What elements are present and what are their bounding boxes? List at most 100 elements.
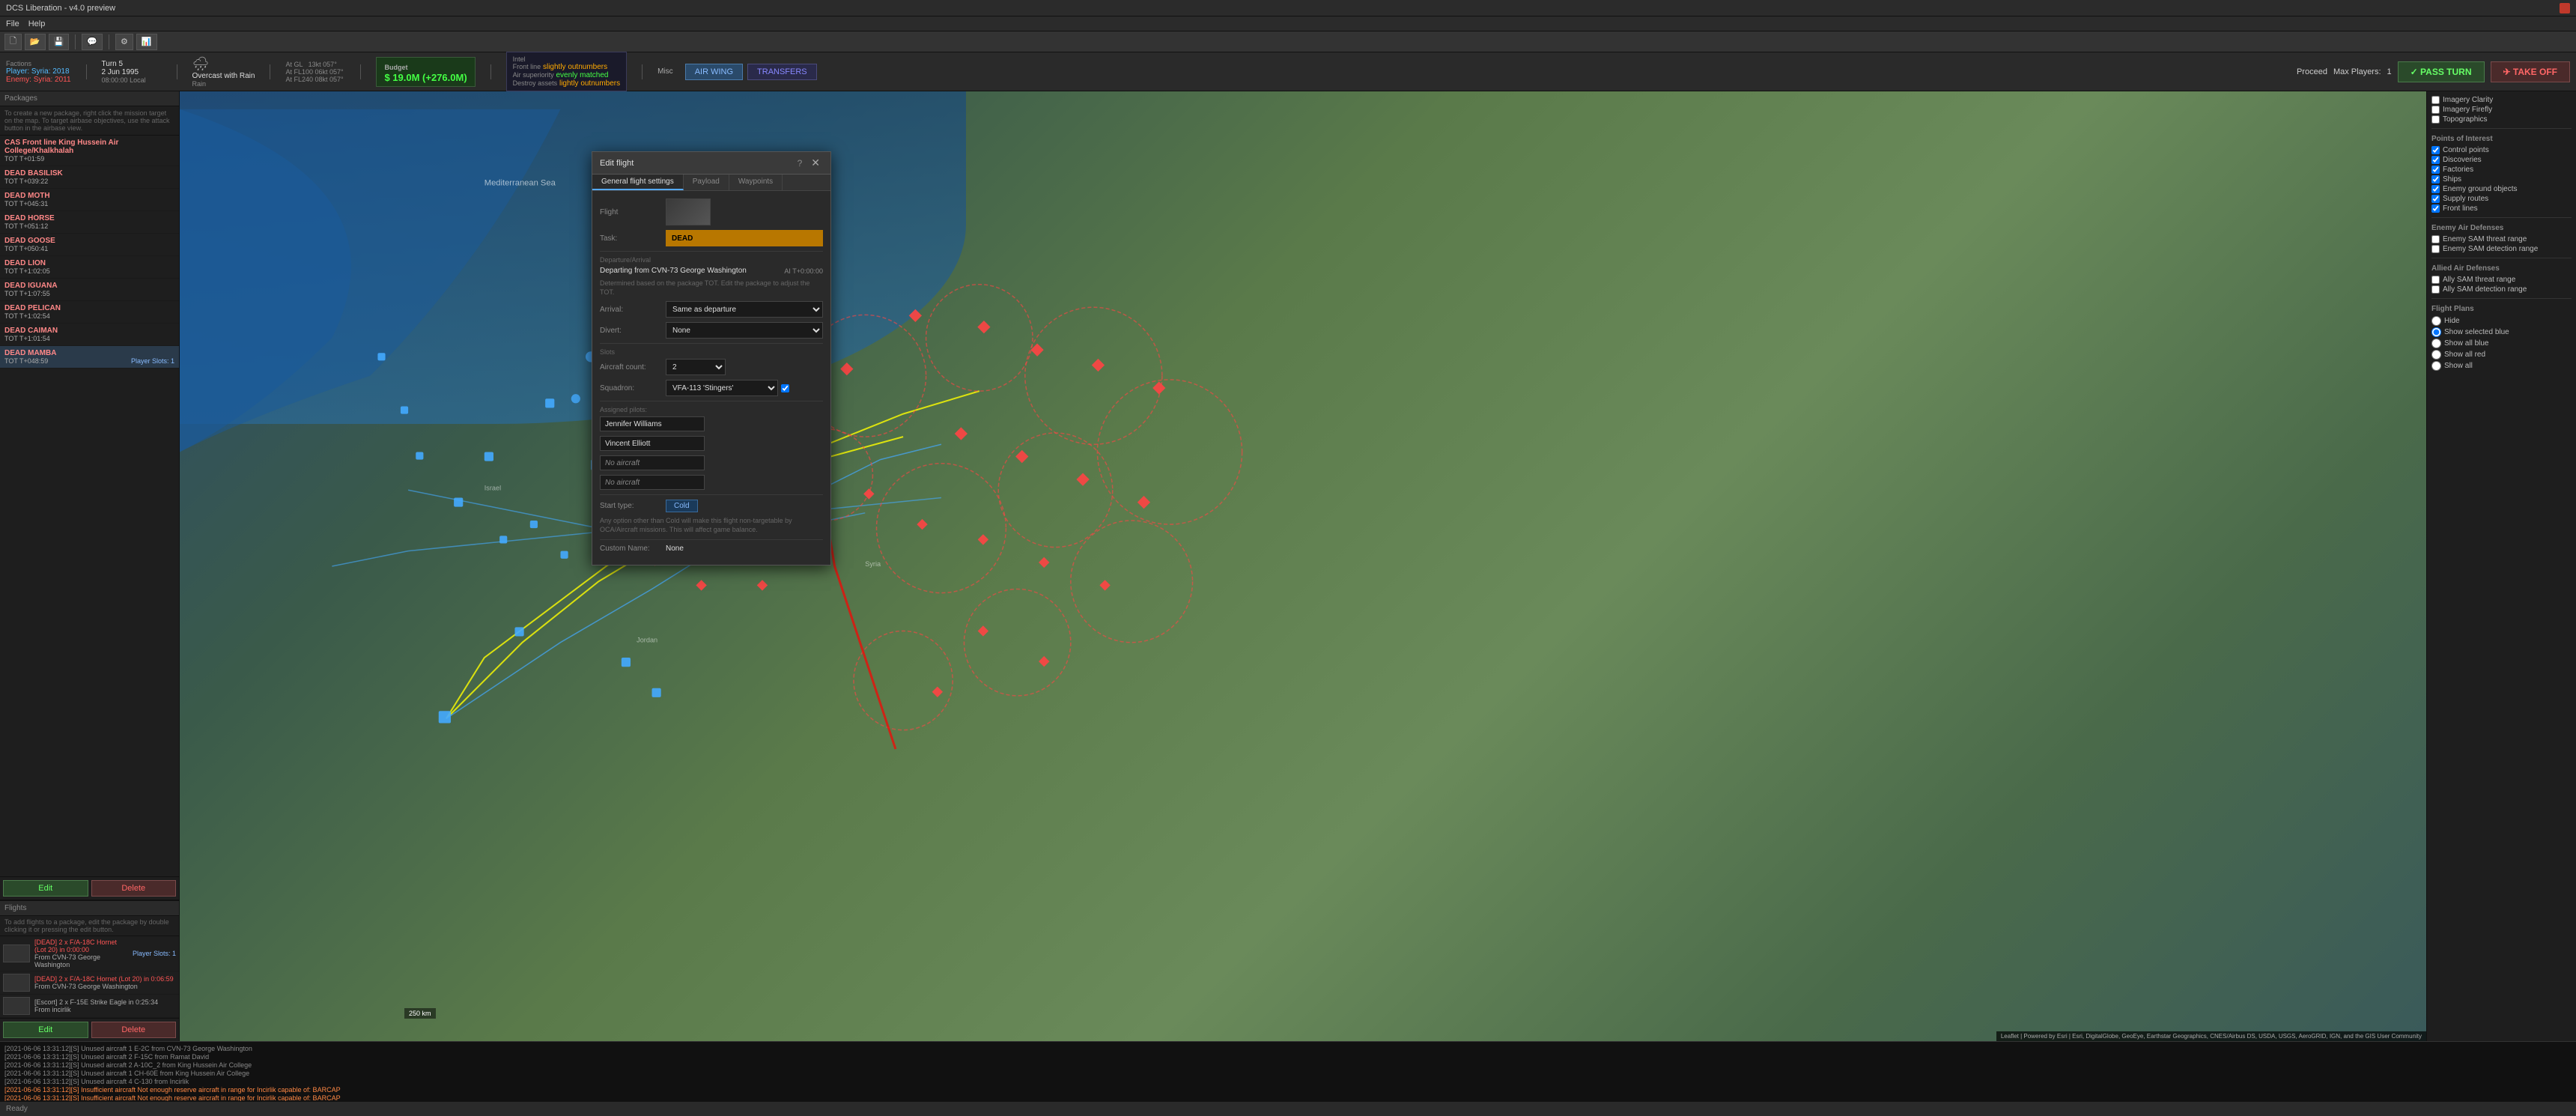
- airwing-button[interactable]: AIR WING: [685, 64, 743, 80]
- discoveries-checkbox[interactable]: [2431, 156, 2440, 164]
- weather-icon: 🌧: [192, 56, 255, 72]
- hide-radio[interactable]: [2431, 316, 2441, 326]
- show-all-blue-radio[interactable]: [2431, 339, 2441, 348]
- weather-section: 🌧 Overcast with Rain Rain: [192, 56, 255, 88]
- pass-turn-button[interactable]: ✓ PASS TURN: [2398, 61, 2485, 82]
- app-title: DCS Liberation - v4.0 preview: [6, 4, 115, 13]
- map-area[interactable]: Mediterranean Sea Lebanon Syria Jordan I…: [180, 91, 2426, 1041]
- enemy-sam-threat-checkbox[interactable]: [2431, 235, 2440, 243]
- aircraft-count-label: Aircraft count:: [600, 363, 660, 372]
- squadron-select[interactable]: VFA-113 'Stingers': [666, 380, 778, 396]
- arrival-row: Arrival: Same as departure: [600, 301, 823, 318]
- flights-edit-button[interactable]: Edit: [3, 1022, 88, 1038]
- flight-label: [DEAD] 2 x F/A-18C Hornet (Lot 20) in 0:…: [34, 975, 176, 983]
- ally-sam-threat-checkbox[interactable]: [2431, 276, 2440, 284]
- transfers-button[interactable]: TRANSFERS: [747, 64, 817, 80]
- player-label: Player: [6, 67, 27, 76]
- hide-row: Hide: [2431, 316, 2572, 326]
- menu-bar: File Help: [0, 16, 2576, 31]
- ships-checkbox[interactable]: [2431, 175, 2440, 184]
- ally-sam-detection-row: Ally SAM detection range: [2431, 285, 2572, 294]
- modal-tab-waypoints[interactable]: Waypoints: [729, 175, 783, 190]
- imagery-clarity-row: Imagery Clarity: [2431, 96, 2572, 104]
- flights-section: Flights To add flights to a package, edi…: [0, 900, 179, 1041]
- settings-button[interactable]: ⚙: [115, 34, 133, 50]
- date-value: 2 Jun 1995: [102, 68, 162, 76]
- package-item[interactable]: DEAD GOOSE TOT T+050:41: [0, 234, 179, 256]
- flight-item[interactable]: [DEAD] 2 x F/A-18C Hornet (Lot 20) in 0:…: [0, 936, 179, 971]
- modal-title: Edit flight: [600, 159, 634, 168]
- divert-select[interactable]: None: [666, 322, 823, 339]
- squadron-label: Squadron:: [600, 384, 660, 392]
- save-button[interactable]: 💾: [49, 34, 70, 50]
- factories-checkbox[interactable]: [2431, 166, 2440, 174]
- show-selected-blue-radio[interactable]: [2431, 327, 2441, 337]
- supply-routes-checkbox[interactable]: [2431, 195, 2440, 203]
- package-item[interactable]: DEAD MAMBA TOT T+048:59 Player Slots: 1: [0, 346, 179, 369]
- enemy-sam-detection-checkbox[interactable]: [2431, 245, 2440, 253]
- control-points-checkbox[interactable]: [2431, 146, 2440, 154]
- package-item[interactable]: DEAD IGUANA TOT T+1:07:55: [0, 279, 179, 301]
- task-row: Task: DEAD: [600, 230, 823, 246]
- cold-button[interactable]: Cold: [666, 500, 698, 512]
- imagery-clarity-checkbox[interactable]: [2431, 96, 2440, 104]
- arrival-select[interactable]: Same as departure: [666, 301, 823, 318]
- departure-title: Departure/Arrival: [600, 256, 823, 264]
- intel-label: Intel: [513, 55, 620, 63]
- show-all-radio[interactable]: [2431, 361, 2441, 371]
- front-lines-label: Front lines: [2443, 204, 2478, 213]
- pilot2-name[interactable]: Vincent Elliott: [600, 436, 705, 451]
- modal-tab-payload[interactable]: Payload: [684, 175, 729, 190]
- open-button[interactable]: 📂: [25, 34, 46, 50]
- imagery-firefly-checkbox[interactable]: [2431, 106, 2440, 114]
- package-item[interactable]: DEAD BASILISK TOT T+039:22: [0, 166, 179, 189]
- flights-delete-button[interactable]: Delete: [91, 1022, 177, 1038]
- show-selected-blue-label: Show selected blue: [2444, 328, 2509, 336]
- ground-objects-checkbox[interactable]: [2431, 185, 2440, 193]
- modal-tab-general[interactable]: General flight settings: [592, 175, 684, 190]
- svg-text:Jordan: Jordan: [637, 637, 657, 644]
- package-item[interactable]: DEAD HORSE TOT T+051:12: [0, 211, 179, 234]
- package-item[interactable]: DEAD CAIMAN TOT T+1:01:54: [0, 324, 179, 346]
- take-off-button[interactable]: ✈ TAKE OFF: [2491, 61, 2571, 82]
- topographics-checkbox[interactable]: [2431, 115, 2440, 124]
- time-value: 08:00:00 Local: [102, 76, 162, 84]
- modal-close-button[interactable]: ✕: [808, 157, 823, 169]
- packages-delete-button[interactable]: Delete: [91, 880, 177, 897]
- imagery-firefly-label: Imagery Firefly: [2443, 106, 2492, 114]
- package-item[interactable]: DEAD MOTH TOT T+045:31: [0, 189, 179, 211]
- divert-row: Divert: None: [600, 322, 823, 339]
- show-all-blue-row: Show all blue: [2431, 339, 2572, 348]
- chart-button[interactable]: 📊: [136, 34, 157, 50]
- package-tot: TOT T+048:59: [4, 357, 48, 365]
- packages-edit-button[interactable]: Edit: [3, 880, 88, 897]
- show-all-red-radio[interactable]: [2431, 350, 2441, 360]
- flights-header: Flights: [0, 901, 179, 916]
- flight-sub: From incirlik: [34, 1006, 176, 1013]
- ground-objects-row: Enemy ground objects: [2431, 185, 2572, 193]
- task-label: Task:: [600, 234, 660, 243]
- discord-button[interactable]: 💬: [82, 34, 103, 50]
- front-lines-checkbox[interactable]: [2431, 204, 2440, 213]
- package-item[interactable]: CAS Front line King Hussein Air College/…: [0, 136, 179, 166]
- flight-item[interactable]: [DEAD] 2 x F/A-18C Hornet (Lot 20) in 0:…: [0, 971, 179, 995]
- squadron-checkbox[interactable]: [781, 384, 789, 392]
- imagery-clarity-label: Imagery Clarity: [2443, 96, 2493, 104]
- proceed-section: Proceed Max Players: 1 ✓ PASS TURN ✈ TAK…: [2297, 61, 2570, 82]
- flight-item[interactable]: [Escort] 2 x F-15E Strike Eagle in 0:25:…: [0, 995, 179, 1018]
- close-button[interactable]: [2560, 3, 2570, 13]
- hide-label: Hide: [2444, 317, 2460, 325]
- ally-sam-threat-label: Ally SAM threat range: [2443, 276, 2515, 284]
- menu-help[interactable]: Help: [28, 19, 46, 28]
- pilot1-name[interactable]: Jennifer Williams: [600, 416, 705, 431]
- package-tot: TOT T+045:31: [4, 200, 48, 207]
- ally-sam-detection-checkbox[interactable]: [2431, 285, 2440, 294]
- modal-help-button[interactable]: ?: [798, 158, 803, 169]
- intel-box: Intel Front line slightly outnumbers Air…: [506, 52, 627, 91]
- aircraft-count-select[interactable]: 2: [666, 359, 726, 375]
- package-item[interactable]: DEAD PELICAN TOT T+1:02:54: [0, 301, 179, 324]
- show-all-label: Show all: [2444, 362, 2473, 370]
- menu-file[interactable]: File: [6, 19, 19, 28]
- new-button[interactable]: 🗋: [4, 34, 22, 50]
- package-item[interactable]: DEAD LION TOT T+1:02:05: [0, 256, 179, 279]
